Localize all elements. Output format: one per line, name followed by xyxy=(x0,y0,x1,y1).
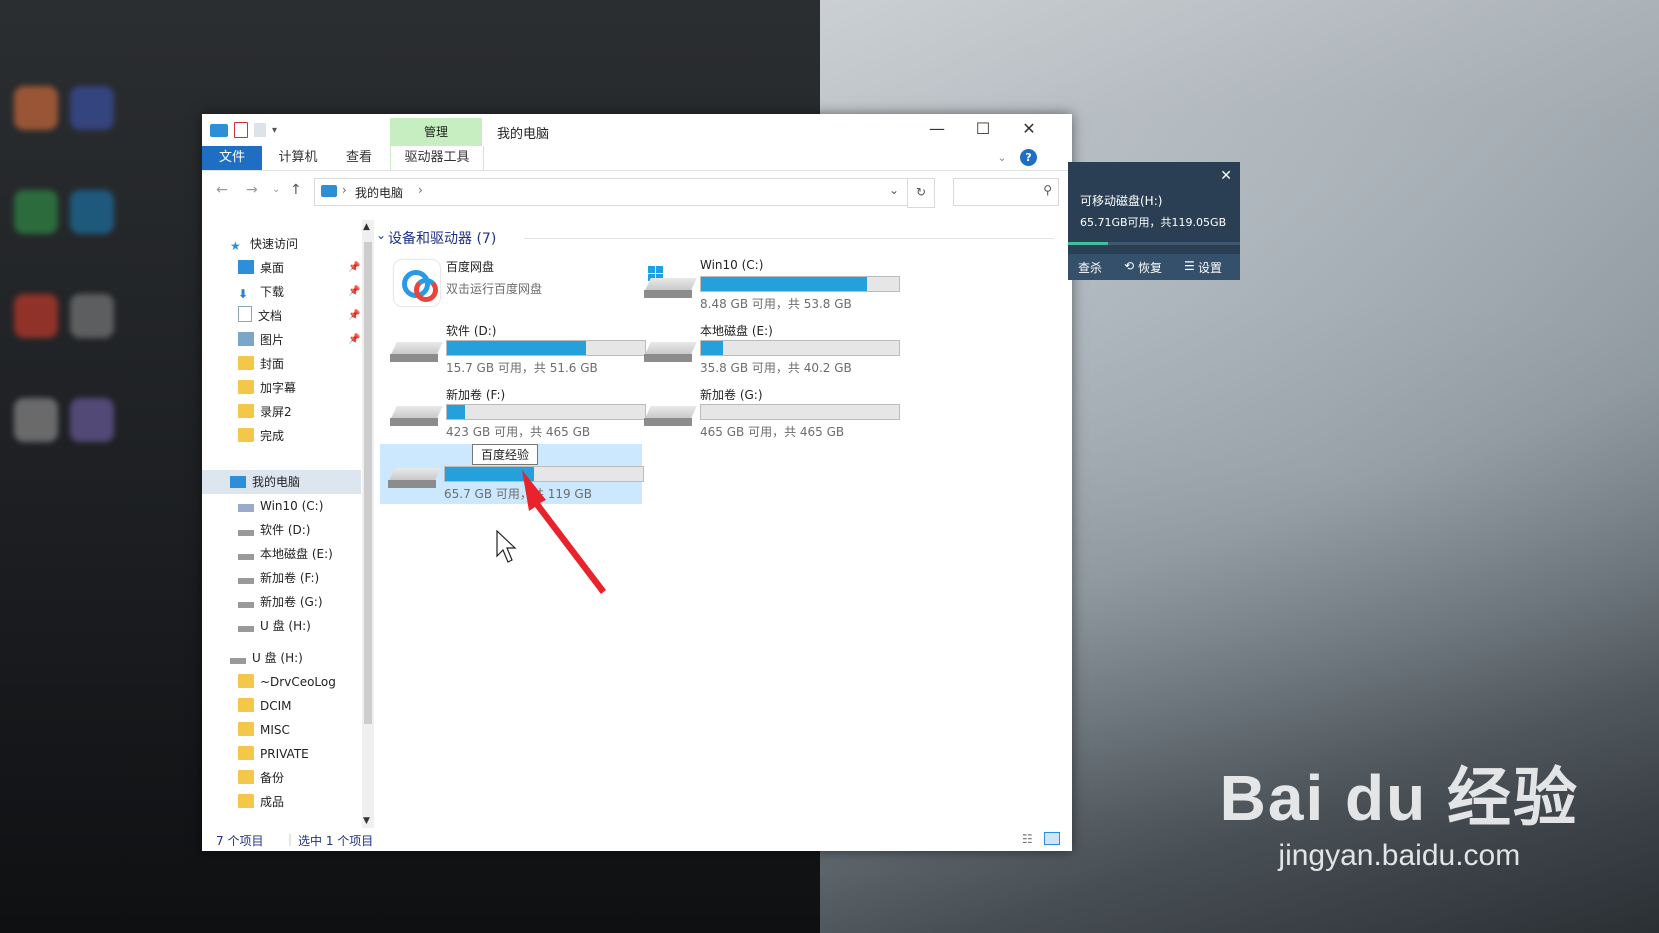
red-arrow-icon xyxy=(522,470,606,594)
baidu-jingyan-watermark: Bai du 经验 jingyan.baidu.com xyxy=(1220,747,1579,873)
mouse-cursor-icon xyxy=(496,530,517,563)
watermark-url: jingyan.baidu.com xyxy=(1278,839,1521,872)
watermark-brand: Bai du 经验 xyxy=(1219,762,1579,834)
